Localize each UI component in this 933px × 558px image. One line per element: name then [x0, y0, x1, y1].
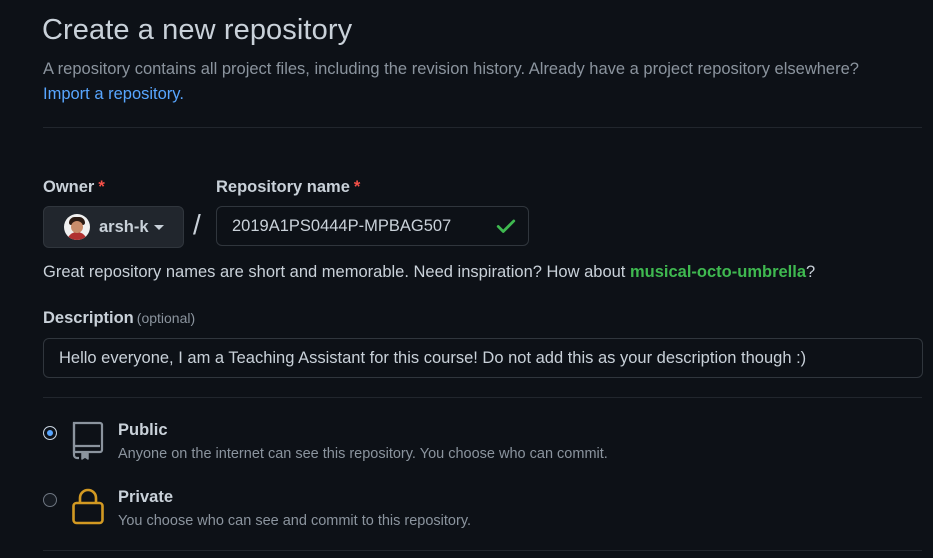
public-option-title: Public	[118, 421, 168, 439]
import-repository-link[interactable]: Import a repository.	[43, 85, 184, 104]
description-label: Description (optional)	[43, 309, 195, 328]
page-subtitle: A repository contains all project files,…	[43, 60, 859, 78]
public-radio[interactable]	[43, 426, 57, 440]
repository-name-label: Repository name *	[216, 178, 360, 197]
description-input[interactable]: Hello everyone, I am a Teaching Assistan…	[43, 338, 923, 378]
owner-label-text: Owner	[43, 178, 95, 196]
repository-name-input[interactable]: 2019A1PS0444P-MPBAG507	[216, 206, 529, 246]
create-repository-page: Create a new repository A repository con…	[0, 0, 933, 558]
repository-name-hint: Great repository names are short and mem…	[43, 263, 815, 282]
repository-name-value[interactable]: 2019A1PS0444P-MPBAG507	[232, 217, 495, 236]
owner-select-button[interactable]: arsh-k	[43, 206, 184, 248]
page-title: Create a new repository	[42, 14, 353, 46]
repository-name-label-text: Repository name	[216, 178, 350, 196]
owner-name: arsh-k	[99, 217, 149, 236]
description-label-text: Description	[43, 309, 134, 327]
private-option-title: Private	[118, 488, 174, 506]
description-optional-note: (optional)	[136, 310, 196, 326]
description-divider	[43, 397, 922, 398]
owner-repo-separator: /	[193, 209, 201, 240]
private-radio[interactable]	[43, 493, 57, 507]
owner-required-mark: *	[98, 178, 105, 196]
avatar	[64, 214, 90, 240]
check-icon	[496, 219, 516, 233]
chevron-down-icon	[153, 224, 164, 230]
name-suggestion-link[interactable]: musical-octo-umbrella	[630, 263, 806, 281]
hint-suffix: ?	[806, 263, 816, 281]
repo-icon	[72, 421, 104, 460]
header-divider	[43, 127, 922, 128]
visibility-divider	[43, 550, 922, 551]
public-option-description: Anyone on the internet can see this repo…	[118, 446, 608, 462]
owner-label: Owner *	[43, 178, 105, 197]
private-option-description: You choose who can see and commit to thi…	[118, 513, 472, 529]
repository-name-required-mark: *	[353, 178, 361, 196]
lock-icon	[72, 488, 104, 525]
hint-text: Great repository names are short and mem…	[43, 263, 630, 281]
